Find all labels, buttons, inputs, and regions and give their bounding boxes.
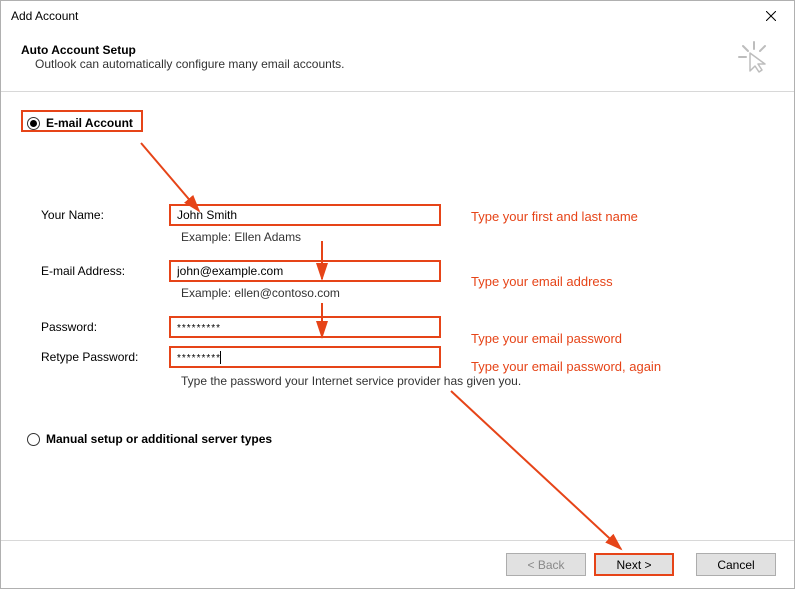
- password-label: Password:: [41, 320, 169, 334]
- highlight-radio: [21, 110, 143, 132]
- dialog-content: E-mail Account Your Name: Example: Ellen…: [1, 92, 794, 532]
- window-title: Add Account: [11, 9, 748, 23]
- radio-icon: [27, 433, 40, 446]
- retype-input[interactable]: *********: [169, 346, 441, 368]
- radio-manual-setup[interactable]: Manual setup or additional server types: [27, 432, 272, 446]
- cancel-button[interactable]: Cancel: [696, 553, 776, 576]
- wizard-cursor-icon: [738, 41, 770, 73]
- dialog-header: Auto Account Setup Outlook can automatic…: [1, 31, 794, 92]
- add-account-window: Add Account Auto Account Setup Outlook c…: [0, 0, 795, 589]
- retype-label: Retype Password:: [41, 350, 169, 364]
- hint-name: Type your first and last name: [471, 209, 638, 224]
- name-example: Example: Ellen Adams: [181, 230, 774, 244]
- radio-manual-label: Manual setup or additional server types: [46, 432, 272, 446]
- back-button: < Back: [506, 553, 586, 576]
- hint-email: Type your email address: [471, 274, 613, 289]
- password-input[interactable]: *********: [169, 316, 441, 338]
- header-title: Auto Account Setup: [21, 43, 774, 57]
- dialog-footer: < Back Next > Cancel: [1, 540, 794, 588]
- close-button[interactable]: [748, 1, 794, 31]
- header-subtitle: Outlook can automatically configure many…: [35, 57, 774, 71]
- next-button[interactable]: Next >: [594, 553, 674, 576]
- name-label: Your Name:: [41, 208, 169, 222]
- email-input[interactable]: [169, 260, 441, 282]
- hint-password: Type your email password: [471, 331, 622, 346]
- email-label: E-mail Address:: [41, 264, 169, 278]
- close-icon: [766, 11, 776, 21]
- password-note: Type the password your Internet service …: [181, 374, 774, 388]
- form-area: Your Name: Example: Ellen Adams E-mail A…: [41, 204, 774, 388]
- hint-retype: Type your email password, again: [471, 359, 661, 374]
- name-input[interactable]: [169, 204, 441, 226]
- titlebar: Add Account: [1, 1, 794, 31]
